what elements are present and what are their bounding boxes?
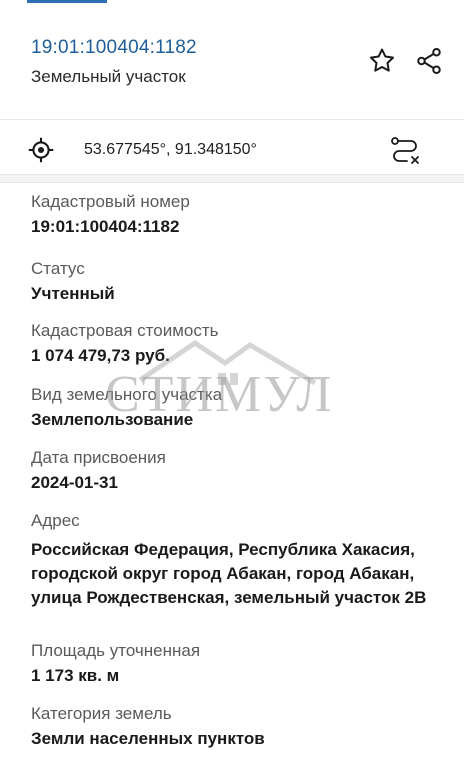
coordinates-divider [0, 174, 464, 183]
cadastral-number-label: Кадастровый номер [31, 192, 190, 211]
area-value: 1 173 кв. м [31, 666, 120, 685]
assignment-date-label: Дата присвоения [31, 448, 166, 467]
land-usage-label: Вид земельного участка [31, 385, 223, 404]
share-button[interactable] [412, 44, 446, 78]
cadastral-cost-label: Кадастровая стоимость [31, 321, 219, 340]
route-button[interactable] [387, 134, 423, 168]
land-usage-value: Землепользование [31, 410, 194, 429]
cadastral-cost-value: 1 074 479,73 руб. [31, 346, 170, 365]
assignment-date-value: 2024-01-31 [31, 473, 118, 492]
crosshair-location-icon [28, 137, 54, 163]
star-outline-icon [370, 48, 394, 72]
address-label: Адрес [31, 511, 80, 530]
status-value: Учтенный [31, 284, 115, 303]
area-label: Площадь уточненная [31, 641, 201, 660]
coordinates-text[interactable]: 53.677545°, 91.348150° [84, 141, 257, 159]
object-type-subtitle: Земельный участок [31, 67, 186, 86]
cadastral-number-title[interactable]: 19:01:100404:1182 [31, 37, 197, 59]
share-icon [417, 48, 441, 74]
address-value: Российская Федерация, Республика Хакасия… [31, 540, 427, 607]
locate-button[interactable] [27, 136, 55, 169]
route-cancel-icon [391, 137, 419, 164]
status-label: Статус [31, 259, 85, 278]
object-header: 19:01:100404:1182 Земельный участок [0, 0, 464, 120]
favorite-button[interactable] [365, 44, 399, 78]
land-category-label: Категория земель [31, 704, 172, 723]
land-category-value: Земли населенных пунктов [31, 729, 265, 748]
cadastral-number-value: 19:01:100404:1182 [31, 217, 180, 236]
